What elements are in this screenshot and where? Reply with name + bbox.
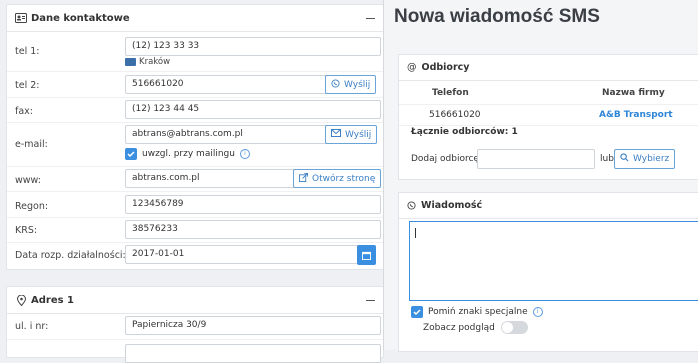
location-pin-icon <box>15 294 27 306</box>
mailing-label: uwzgl. przy mailingu <box>142 149 235 159</box>
contact-panel: Dane kontaktowe tel 1: (12) 123 33 33 Kr… <box>6 4 384 270</box>
address-panel-title: Adres 1 <box>31 294 75 306</box>
choose-label: Wybierz <box>633 154 670 164</box>
message-title: Wiadomość <box>421 200 483 211</box>
add-recipient-input[interactable] <box>477 149 595 169</box>
contact-panel-header[interactable]: Dane kontaktowe <box>7 5 383 32</box>
sms-window: Nowa wiadomość SMS @ Odbiorcy Telefon Na… <box>383 0 698 352</box>
divider <box>7 122 383 123</box>
open-page-button[interactable]: Otwórz stronę <box>293 169 382 188</box>
calendar-button[interactable] <box>357 245 376 265</box>
email-send-label: Wyślij <box>345 129 372 140</box>
street-field[interactable]: Papiernicza 30/9 <box>125 316 381 335</box>
message-header: Wiadomość <box>399 193 698 219</box>
mailing-checkbox-row[interactable]: uwzgl. przy mailingu i <box>125 148 250 160</box>
fax-label: fax: <box>15 106 33 117</box>
tel1-field[interactable]: (12) 123 33 33 <box>125 37 381 56</box>
krs-label: KRS: <box>15 225 38 236</box>
regon-field[interactable]: 123456789 <box>125 195 381 214</box>
tel2-send-label: Wyślij <box>344 79 371 90</box>
street-label: ul. i nr: <box>15 321 49 332</box>
calendar-icon <box>362 251 371 260</box>
total-recipients: Łącznie odbiorców: 1 <box>411 127 518 137</box>
info-icon[interactable]: i <box>532 307 543 317</box>
page-title: Nowa wiadomość SMS <box>394 6 600 27</box>
choose-button[interactable]: Wybierz <box>614 149 676 169</box>
row-company-link[interactable]: A&B Transport <box>599 110 673 120</box>
tel2-field[interactable]: 516661020 <box>125 75 330 94</box>
tel2-send-sms-button[interactable]: Wyślij <box>325 75 377 94</box>
open-page-label: Otwórz stronę <box>312 173 376 184</box>
external-link-icon <box>299 172 308 185</box>
email-field[interactable]: abtrans@abtrans.com.pl <box>125 125 330 144</box>
preview-row: Zobacz podgląd <box>423 321 528 334</box>
skip-special-checkbox[interactable] <box>411 306 423 318</box>
divider <box>7 191 383 192</box>
mail-icon <box>331 129 341 140</box>
recipients-panel: @ Odbiorcy Telefon Nazwa firmy 516661020… <box>398 54 698 180</box>
start-date-label: Data rozp. działalności: <box>15 250 126 261</box>
skip-special-row[interactable]: Pomiń znaki specjalne i <box>411 306 543 318</box>
tel1-city-label: Kraków <box>139 57 171 67</box>
recipients-table-header: Telefon Nazwa firmy <box>399 85 698 103</box>
email-label: e-mail: <box>15 139 48 150</box>
address-panel-header[interactable]: Adres 1 <box>7 287 383 314</box>
add-recipient-label: Dodaj odbiorcę: <box>411 154 482 164</box>
text-cursor <box>415 228 416 238</box>
www-label: www: <box>15 175 41 186</box>
collapse-icon[interactable] <box>366 299 375 301</box>
fax-field[interactable]: (12) 123 44 45 <box>125 100 381 119</box>
divider <box>7 339 383 340</box>
or-label: lub <box>600 154 614 164</box>
email-send-button[interactable]: Wyślij <box>325 125 378 144</box>
divider <box>7 242 383 243</box>
divider <box>7 217 383 218</box>
divider <box>7 97 383 98</box>
address-panel: Adres 1 ul. i nr: Papiernicza 30/9 <box>6 286 384 363</box>
toggle-knob <box>501 322 513 333</box>
collapse-icon[interactable] <box>366 17 375 19</box>
contact-card-icon <box>15 13 27 23</box>
tel1-city: Kraków <box>125 57 170 67</box>
row-phone: 516661020 <box>429 110 481 120</box>
divider <box>7 166 383 167</box>
contact-panel-title: Dane kontaktowe <box>31 12 130 24</box>
regon-label: Regon: <box>15 201 49 212</box>
tel1-label: tel 1: <box>15 46 40 57</box>
at-icon: @ <box>407 62 417 73</box>
mailing-checkbox[interactable] <box>125 148 137 160</box>
recipients-title: Odbiorcy <box>421 62 470 73</box>
table-row: 516661020 A&B Transport <box>399 104 698 126</box>
city-icon <box>125 58 136 66</box>
skip-special-label: Pomiń znaki specjalne <box>428 307 528 317</box>
tel2-label: tel 2: <box>15 80 40 91</box>
message-panel: Wiadomość Pomiń znaki specjalne i Zobacz… <box>398 192 698 352</box>
left-column: Dane kontaktowe tel 1: (12) 123 33 33 Kr… <box>0 0 384 363</box>
col-company: Nazwa firmy <box>602 88 665 98</box>
recipients-header: @ Odbiorcy <box>399 55 698 81</box>
whatsapp-icon <box>407 201 416 210</box>
divider <box>7 71 383 72</box>
street-field-next[interactable] <box>125 344 381 363</box>
col-phone: Telefon <box>432 88 469 98</box>
preview-toggle[interactable] <box>500 321 528 334</box>
info-icon[interactable]: i <box>239 149 250 159</box>
search-icon <box>620 153 629 165</box>
message-textarea[interactable] <box>409 221 698 301</box>
preview-label: Zobacz podgląd <box>423 322 495 333</box>
krs-field[interactable]: 38576233 <box>125 220 381 239</box>
whatsapp-icon <box>331 78 340 91</box>
start-date-field[interactable]: 2017-01-01 <box>125 245 363 264</box>
www-field[interactable]: abtrans.com.pl <box>125 169 295 188</box>
